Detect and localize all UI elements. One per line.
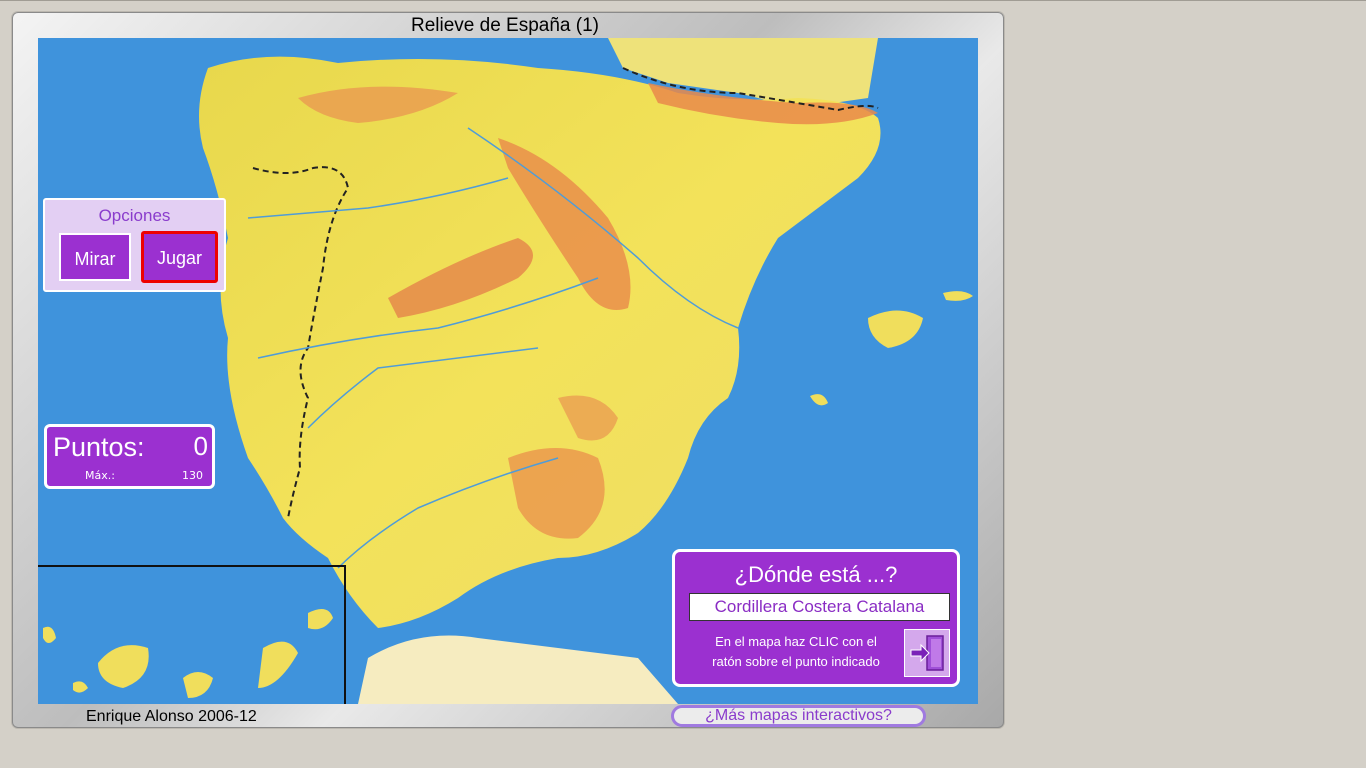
- options-heading: Opciones: [98, 206, 171, 225]
- max-score-value: 130: [182, 469, 203, 482]
- score-value: 0: [193, 431, 208, 461]
- island-ibiza: [810, 394, 828, 406]
- exit-door-icon: [910, 635, 944, 671]
- island-mallorca: [868, 310, 923, 348]
- question-instruction: En el mapa haz CLIC con el ratón sobre e…: [685, 632, 907, 672]
- mirar-button[interactable]: Mirar: [59, 233, 131, 281]
- island-menorca: [943, 291, 973, 301]
- options-panel: Opciones Mirar Jugar: [43, 198, 226, 292]
- top-border-line: [0, 0, 1366, 1]
- africa-landmass: [358, 635, 678, 704]
- score-label: Puntos:: [53, 432, 145, 462]
- jugar-button[interactable]: Jugar: [141, 231, 218, 283]
- question-heading: ¿Dónde está ...?: [734, 562, 898, 587]
- max-score-label: Máx.:: [85, 469, 115, 482]
- exit-button[interactable]: [904, 629, 950, 677]
- author-credit: Enrique Alonso 2006-12: [86, 708, 257, 725]
- question-panel: ¿Dónde está ...? Cordillera Costera Cata…: [672, 549, 960, 687]
- more-maps-link[interactable]: ¿Más mapas interactivos?: [671, 705, 926, 727]
- score-panel: Puntos: 0 Máx.: 130: [44, 424, 215, 489]
- question-target: Cordillera Costera Catalana: [689, 593, 950, 621]
- instruction-line-2: ratón sobre el punto indicado: [712, 654, 880, 669]
- canary-islands-inset: [38, 565, 346, 704]
- iberian-peninsula: [199, 56, 881, 629]
- instruction-line-1: En el mapa haz CLIC con el: [715, 634, 877, 649]
